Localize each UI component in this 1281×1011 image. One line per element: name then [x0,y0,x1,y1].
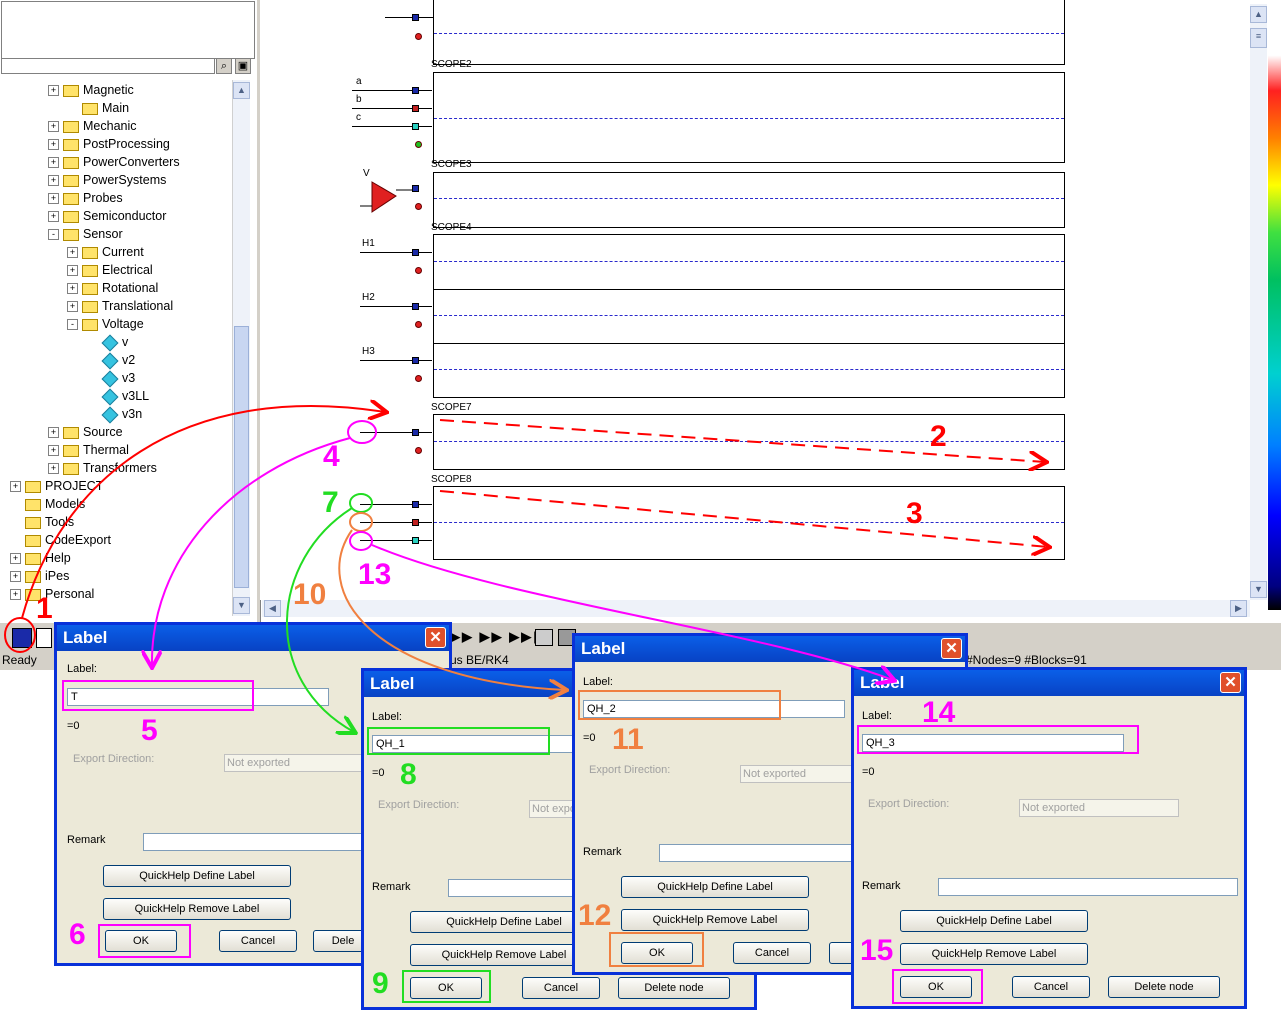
annotation-number-15: 15 [860,934,894,967]
annotation-number-10: 10 [293,578,327,611]
annotation-number-5: 5 [141,714,158,747]
annotation-number-4: 4 [323,440,340,473]
annotation-number-8: 8 [400,758,417,791]
annotation-number-3: 3 [906,497,923,530]
annotation-number-13: 13 [358,558,392,591]
annotation-number-6: 6 [69,918,86,951]
annotation-number-12: 12 [578,899,612,932]
annotation-number-14: 14 [922,696,956,729]
annotation-number-2: 2 [930,420,947,453]
annotation-number-9: 9 [372,967,389,1000]
annotation-number-1: 1 [36,592,53,625]
annotation-number-7: 7 [322,486,339,519]
annotation-number-11: 11 [612,723,644,756]
annotation-arrows [4,0,1281,1011]
